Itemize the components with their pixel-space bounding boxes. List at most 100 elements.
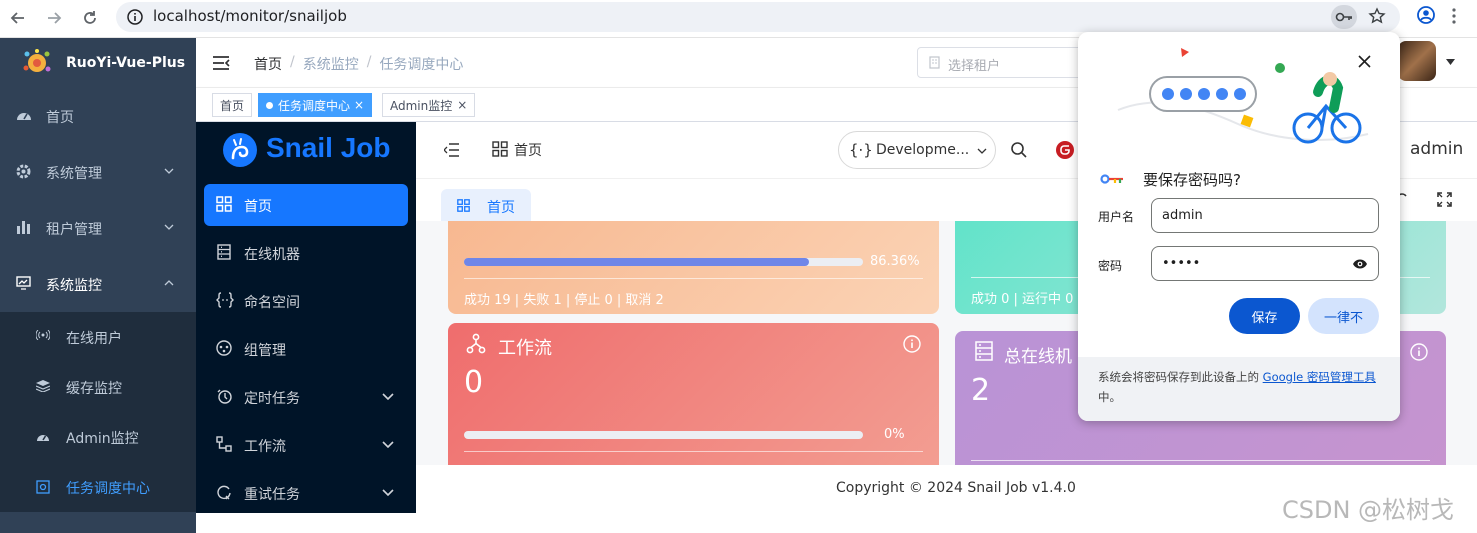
workflow-progress-track <box>464 431 863 439</box>
info-icon[interactable] <box>1410 343 1428 361</box>
address-bar[interactable]: localhost/monitor/snailjob <box>116 2 1400 32</box>
forward-arrow-icon[interactable] <box>42 6 66 30</box>
info-icon[interactable] <box>903 335 921 353</box>
google-password-key-icon <box>1100 173 1124 185</box>
dialog-footer: 系统会将密码保存到此设备上的 Google 密码管理工具中。 <box>1078 357 1400 421</box>
footer-tail: 中。 <box>1098 390 1121 404</box>
sj-menu-workflow[interactable]: 工作流 <box>204 424 408 466</box>
online-icon <box>36 330 50 340</box>
chevron-down-icon <box>977 148 987 154</box>
sidebar-logo[interactable]: RuoYi-Vue-Plus <box>0 38 196 88</box>
layers-icon <box>36 380 50 392</box>
back-arrow-icon[interactable] <box>6 6 30 30</box>
namespace-value: Developme... <box>876 142 970 158</box>
url-text: localhost/monitor/snailjob <box>153 7 347 25</box>
snailjob-logo-icon <box>222 132 258 168</box>
password-label: 密码 <box>1098 259 1123 273</box>
search-icon[interactable] <box>1010 141 1028 159</box>
braces-icon: {⋅} <box>849 141 873 159</box>
workflow-value: 0 <box>464 365 484 400</box>
profile-icon[interactable] <box>1416 5 1436 25</box>
task-stats-line: 成功 19 | 失败 1 | 停止 0 | 取消 2 <box>464 293 664 308</box>
sj-header-home[interactable]: 首页 <box>514 140 542 160</box>
sj-tab-home[interactable]: 首页 <box>441 189 531 221</box>
ruoyi-sidebar: RuoYi-Vue-Plus 首页 系统管理 租户管理 系统监控 在线用户 缓存… <box>0 38 196 533</box>
namespace-select[interactable]: {⋅} Developme... <box>838 131 996 169</box>
breadcrumb-home[interactable]: 首页 <box>254 54 282 74</box>
job-icon <box>36 480 50 494</box>
tag-admin-monitor[interactable]: Admin监控 × <box>382 93 476 117</box>
sidebar-item-online-users[interactable]: 在线用户 <box>0 312 196 362</box>
workflow-title: 工作流 <box>498 338 552 359</box>
braces-icon <box>216 292 234 308</box>
task-progress-text: 86.36% <box>870 254 920 269</box>
eye-icon[interactable] <box>1352 258 1368 270</box>
tenant-select[interactable]: 选择租户 <box>917 47 1087 78</box>
avatar[interactable] <box>1398 41 1436 81</box>
chevron-down-icon <box>382 489 394 496</box>
site-info-icon[interactable] <box>126 8 144 26</box>
timer-icon <box>216 388 232 404</box>
username-field[interactable]: admin <box>1151 198 1379 233</box>
sidebar-item-tenant[interactable]: 租户管理 <box>0 200 196 256</box>
more-vert-icon[interactable] <box>1452 8 1456 24</box>
group-icon <box>216 340 232 356</box>
sidebar-item-job-center[interactable]: 任务调度中心 <box>0 462 196 512</box>
app-name: RuoYi-Vue-Plus <box>66 55 186 71</box>
dialog-title: 要保存密码吗? <box>1143 171 1241 189</box>
close-icon[interactable]: × <box>354 98 364 112</box>
workflow-icon <box>216 436 232 452</box>
server-icon <box>975 341 993 361</box>
sj-menu-namespace[interactable]: 命名空间 <box>204 280 408 322</box>
building-icon <box>928 56 941 69</box>
password-illustration <box>1078 32 1400 162</box>
password-manager-link[interactable]: Google 密码管理工具 <box>1263 370 1376 384</box>
sidebar-item-system[interactable]: 系统管理 <box>0 144 196 200</box>
workflow-progress-text: 0% <box>884 427 905 442</box>
bar-chart-icon <box>16 220 31 234</box>
sj-menu-retry[interactable]: 重试任务 <box>204 472 408 514</box>
password-field[interactable]: ••••• <box>1151 246 1379 281</box>
reload-icon[interactable] <box>78 6 102 30</box>
sj-menu-machines[interactable]: 在线机器 <box>204 232 408 274</box>
sidebar-item-home[interactable]: 首页 <box>0 88 196 144</box>
chevron-down-icon <box>164 224 174 230</box>
caret-down-icon[interactable] <box>1446 59 1455 65</box>
snailjob-brand: Snail Job <box>266 132 391 163</box>
breadcrumb-monitor[interactable]: 系统监控 <box>303 54 359 74</box>
never-save-button[interactable]: 一律不 <box>1308 298 1379 334</box>
chevron-up-icon <box>164 280 174 286</box>
close-icon[interactable] <box>1358 55 1371 68</box>
server-icon <box>216 244 232 260</box>
key-icon[interactable] <box>1331 5 1357 29</box>
tag-home[interactable]: 首页 <box>212 93 253 117</box>
monitor-icon <box>16 276 31 290</box>
retry-icon <box>216 484 232 500</box>
sj-menu-timer[interactable]: 定时任务 <box>204 376 408 418</box>
sj-menu-home[interactable]: 首页 <box>204 184 408 226</box>
fullscreen-icon[interactable] <box>1437 192 1452 207</box>
sj-menu-group[interactable]: 组管理 <box>204 328 408 370</box>
close-icon[interactable]: × <box>457 98 467 112</box>
chevron-down-icon <box>382 393 394 400</box>
grid-icon <box>216 196 232 212</box>
task-stats-card: 86.36% 成功 19 | 失败 1 | 停止 0 | 取消 2 <box>448 221 939 314</box>
sidebar-item-cache[interactable]: 缓存监控 <box>0 362 196 412</box>
sidebar-item-admin-monitor[interactable]: Admin监控 <box>0 412 196 462</box>
total-online-title: 总在线机 <box>1004 347 1072 367</box>
sidebar-item-monitor[interactable]: 系统监控 <box>0 256 196 312</box>
chevron-down-icon <box>164 168 174 174</box>
gitee-icon[interactable] <box>1056 141 1074 159</box>
sj-user-name[interactable]: admin <box>1410 139 1463 159</box>
save-password-button[interactable]: 保存 <box>1229 298 1300 334</box>
dashboard-icon <box>36 430 50 442</box>
online-stats-line: 成功 0 | 运行中 0 <box>971 292 1074 307</box>
breadcrumb-current: 任务调度中心 <box>379 57 464 73</box>
tag-job-center[interactable]: 任务调度中心 × <box>258 93 373 117</box>
total-online-value: 2 <box>971 373 991 408</box>
username-label: 用户名 <box>1098 210 1135 224</box>
hamburger-icon[interactable] <box>212 55 230 71</box>
chevron-down-icon <box>382 441 394 448</box>
menu-fold-icon[interactable] <box>444 143 459 157</box>
star-icon[interactable] <box>1368 7 1386 25</box>
